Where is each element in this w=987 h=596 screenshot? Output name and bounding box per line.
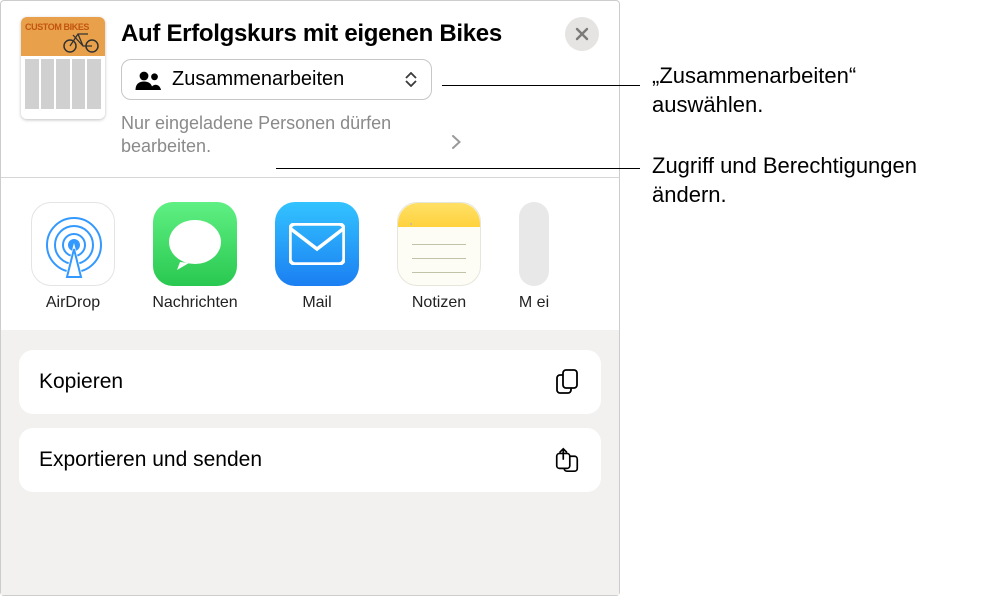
share-multi-icon — [553, 446, 581, 474]
copy-icon — [553, 368, 581, 396]
thumbnail-bike-icon — [61, 29, 101, 53]
thumbnail-content — [25, 59, 101, 109]
callout-permissions-text: Zugriff und Berechtigungen ändern. — [652, 152, 972, 209]
close-icon — [575, 27, 589, 41]
people-icon — [134, 70, 162, 90]
share-app-more[interactable]: M ei — [519, 202, 549, 312]
airdrop-icon — [31, 202, 115, 286]
messages-icon — [153, 202, 237, 286]
share-app-mail[interactable]: Mail — [275, 202, 359, 312]
share-app-label: Notizen — [412, 294, 466, 312]
share-actions: Kopieren Exportieren und senden — [1, 330, 619, 595]
share-header: CUSTOM BIKES Auf Erfolgskurs mit eigenen… — [1, 1, 619, 167]
mail-icon — [275, 202, 359, 286]
chevron-up-down-icon — [403, 72, 419, 87]
permissions-text: Nur eingeladene Personen dürfen bearbeit… — [121, 112, 443, 159]
document-title: Auf Erfolgskurs mit eigenen Bikes — [121, 20, 502, 48]
share-app-label: Nachrichten — [152, 294, 237, 312]
action-copy[interactable]: Kopieren — [19, 350, 601, 414]
share-header-main: Auf Erfolgskurs mit eigenen Bikes — [121, 17, 599, 159]
action-label: Exportieren und senden — [39, 448, 262, 472]
share-app-row[interactable]: AirDrop Nachrichten Mail — [1, 178, 619, 330]
collaboration-mode-label: Zusammenarbeiten — [172, 68, 393, 91]
more-icon — [519, 202, 549, 286]
action-export-send[interactable]: Exportieren und senden — [19, 428, 601, 492]
action-label: Kopieren — [39, 370, 123, 394]
share-sheet: CUSTOM BIKES Auf Erfolgskurs mit eigenen… — [0, 0, 620, 596]
document-thumbnail: CUSTOM BIKES — [21, 17, 105, 119]
share-app-messages[interactable]: Nachrichten — [153, 202, 237, 312]
callout-collab-text: „Zusammenarbeiten“ auswählen. — [652, 62, 972, 119]
callout-leader-line — [276, 168, 640, 169]
permissions-link[interactable]: Nur eingeladene Personen dürfen bearbeit… — [121, 108, 461, 159]
share-app-airdrop[interactable]: AirDrop — [31, 202, 115, 312]
notes-icon — [397, 202, 481, 286]
share-app-label: AirDrop — [46, 294, 100, 312]
share-app-label: M ei — [519, 294, 549, 312]
title-row: Auf Erfolgskurs mit eigenen Bikes — [121, 17, 599, 51]
collaboration-mode-select[interactable]: Zusammenarbeiten — [121, 59, 432, 100]
callout-leader-line — [442, 85, 640, 86]
close-button[interactable] — [565, 17, 599, 51]
chevron-right-icon — [452, 132, 461, 155]
share-app-label: Mail — [302, 294, 331, 312]
share-app-notes[interactable]: Notizen — [397, 202, 481, 312]
